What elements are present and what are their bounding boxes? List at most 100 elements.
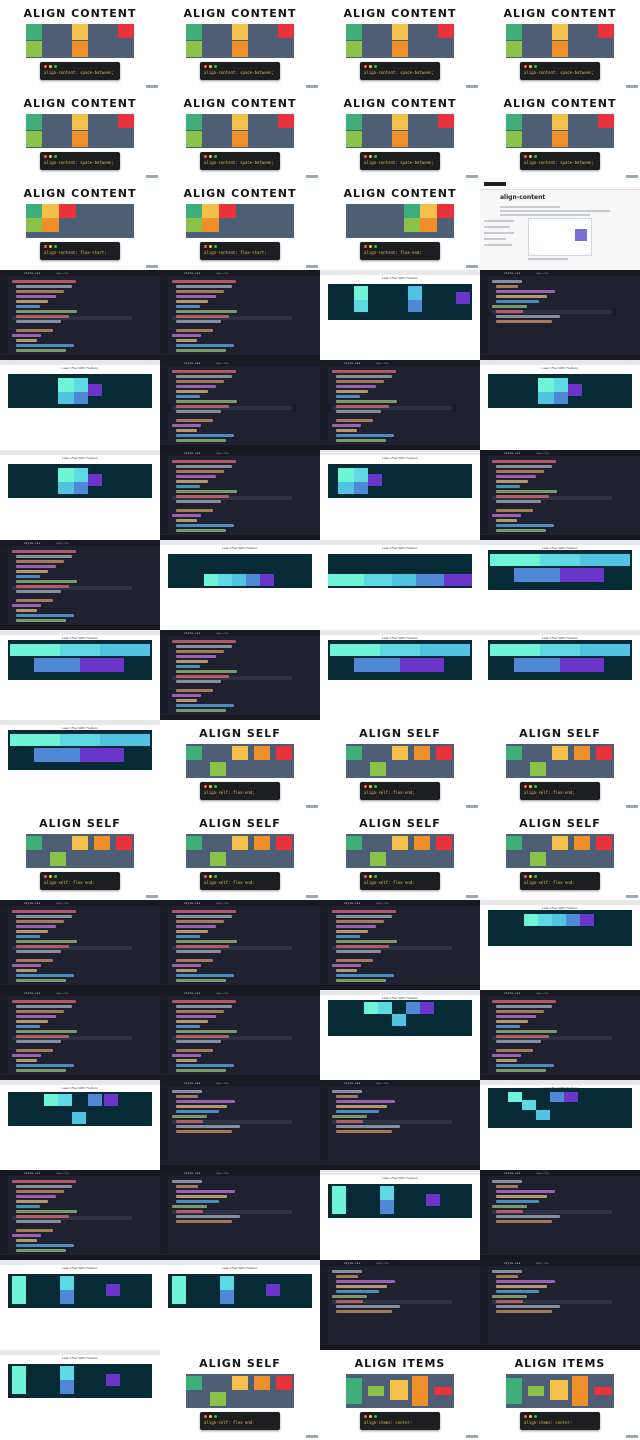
- editor-tab-secondary[interactable]: app.css: [216, 271, 229, 275]
- code-editor-thumbnail[interactable]: style.css app.css: [160, 990, 320, 1080]
- editor-tab-secondary[interactable]: app.css: [376, 1261, 389, 1265]
- code-editor-thumbnail[interactable]: style.css app.css: [0, 1170, 160, 1260]
- code-editor-thumbnail[interactable]: style.css app.css: [160, 1080, 320, 1170]
- editor-tab[interactable]: style.css: [344, 901, 360, 905]
- slide-thumbnail[interactable]: ALIGN CONTENT align-content: space-betwee…: [0, 90, 160, 180]
- editor-tab-secondary[interactable]: app.css: [376, 901, 389, 905]
- code-editor-thumbnail[interactable]: style.css app.css: [480, 270, 640, 360]
- editor-tab-secondary[interactable]: app.css: [56, 1171, 69, 1175]
- browser-result-thumbnail[interactable]: Learn Flex With Flexbox: [480, 630, 640, 720]
- interactive-example-panel[interactable]: [528, 218, 592, 256]
- slide-thumbnail[interactable]: ALIGN CONTENT align-content: flex-start;: [160, 180, 320, 270]
- browser-result-thumbnail[interactable]: Learn Flex With Flexbox: [160, 540, 320, 630]
- slide-thumbnail[interactable]: ALIGN CONTENT align-content: space-betwee…: [320, 90, 480, 180]
- slide-thumbnail[interactable]: ALIGN SELF align-self: flex-end;: [480, 720, 640, 810]
- editor-tab[interactable]: style.css: [184, 901, 200, 905]
- editor-tab-secondary[interactable]: app.css: [216, 1171, 229, 1175]
- editor-tab[interactable]: style.css: [344, 361, 360, 365]
- editor-tab-secondary[interactable]: app.css: [216, 991, 229, 995]
- browser-result-thumbnail[interactable]: Learn Flex With Flexbox: [0, 1080, 160, 1170]
- code-editor-thumbnail[interactable]: style.css app.css: [160, 360, 320, 450]
- slide-thumbnail[interactable]: ALIGN CONTENT align-content: space-betwee…: [160, 0, 320, 90]
- code-editor-thumbnail[interactable]: style.css app.css: [480, 1260, 640, 1350]
- code-editor-thumbnail[interactable]: style.css app.css: [160, 1170, 320, 1260]
- slide-thumbnail[interactable]: ALIGN ITEMS align-items: center;: [480, 1350, 640, 1440]
- browser-result-thumbnail[interactable]: Learn Flex With Flexbox: [480, 1080, 640, 1170]
- browser-result-thumbnail[interactable]: Learn Flex With Flexbox: [160, 1260, 320, 1350]
- code-editor-thumbnail[interactable]: style.css app.css: [0, 540, 160, 630]
- browser-result-thumbnail[interactable]: Learn Flex With Flexbox: [0, 1260, 160, 1350]
- editor-tab-secondary[interactable]: app.css: [536, 1171, 549, 1175]
- editor-tab[interactable]: style.css: [24, 901, 40, 905]
- slide-thumbnail[interactable]: ALIGN CONTENT align-content: space-betwee…: [160, 90, 320, 180]
- editor-tab[interactable]: style.css: [504, 271, 520, 275]
- editor-tab-secondary[interactable]: app.css: [216, 1081, 229, 1085]
- editor-tab[interactable]: style.css: [24, 991, 40, 995]
- editor-tab-secondary[interactable]: app.css: [216, 631, 229, 635]
- editor-tab-secondary[interactable]: app.css: [536, 1261, 549, 1265]
- code-editor-thumbnail[interactable]: style.css app.css: [0, 900, 160, 990]
- slide-thumbnail[interactable]: ALIGN SELF align-self: flex-end;: [320, 810, 480, 900]
- editor-tab-secondary[interactable]: app.css: [536, 991, 549, 995]
- slide-thumbnail[interactable]: ALIGN CONTENT align-content: space-betwee…: [320, 0, 480, 90]
- browser-result-thumbnail[interactable]: Learn Flex With Flexbox: [320, 450, 480, 540]
- editor-tab[interactable]: style.css: [184, 451, 200, 455]
- editor-tab[interactable]: style.css: [344, 1261, 360, 1265]
- code-editor-thumbnail[interactable]: style.css app.css: [160, 450, 320, 540]
- code-editor-thumbnail[interactable]: style.css app.css: [160, 630, 320, 720]
- code-editor-thumbnail[interactable]: style.css app.css: [160, 270, 320, 360]
- code-editor-thumbnail[interactable]: style.css app.css: [0, 270, 160, 360]
- slide-thumbnail[interactable]: ALIGN SELF align-self: flex-end;: [0, 810, 160, 900]
- editor-tab[interactable]: style.css: [24, 541, 40, 545]
- editor-tab-secondary[interactable]: app.css: [56, 271, 69, 275]
- editor-tab[interactable]: style.css: [184, 271, 200, 275]
- slide-thumbnail[interactable]: ALIGN SELF align-self: flex-end;: [160, 1350, 320, 1440]
- editor-tab[interactable]: style.css: [184, 1171, 200, 1175]
- browser-result-thumbnail[interactable]: Learn Flex With Flexbox: [0, 1350, 160, 1440]
- editor-tab[interactable]: style.css: [24, 271, 40, 275]
- editor-tab[interactable]: style.css: [184, 1081, 200, 1085]
- editor-tab[interactable]: style.css: [504, 1171, 520, 1175]
- code-editor-thumbnail[interactable]: style.css app.css: [160, 900, 320, 990]
- code-editor-thumbnail[interactable]: style.css app.css: [0, 990, 160, 1080]
- browser-result-thumbnail[interactable]: Learn Flex With Flexbox: [320, 1170, 480, 1260]
- code-editor-thumbnail[interactable]: style.css app.css: [320, 900, 480, 990]
- browser-result-thumbnail[interactable]: Learn Flex With Flexbox: [0, 450, 160, 540]
- editor-tab-secondary[interactable]: app.css: [216, 451, 229, 455]
- browser-result-thumbnail[interactable]: Learn Flex With Flexbox: [480, 900, 640, 990]
- editor-tab-secondary[interactable]: app.css: [216, 901, 229, 905]
- editor-tab-secondary[interactable]: app.css: [536, 451, 549, 455]
- code-editor-thumbnail[interactable]: style.css app.css: [320, 360, 480, 450]
- editor-tab[interactable]: style.css: [184, 631, 200, 635]
- documentation-thumbnail[interactable]: align-content: [480, 180, 640, 270]
- code-editor-thumbnail[interactable]: style.css app.css: [480, 450, 640, 540]
- editor-tab[interactable]: style.css: [184, 991, 200, 995]
- editor-tab[interactable]: style.css: [504, 1261, 520, 1265]
- editor-tab-secondary[interactable]: app.css: [216, 361, 229, 365]
- editor-tab-secondary[interactable]: app.css: [376, 1081, 389, 1085]
- editor-tab-secondary[interactable]: app.css: [56, 541, 69, 545]
- slide-thumbnail[interactable]: ALIGN CONTENT align-content: space-betwee…: [0, 0, 160, 90]
- browser-result-thumbnail[interactable]: Learn Flex With Flexbox: [320, 990, 480, 1080]
- browser-result-thumbnail[interactable]: Learn Flex With Flexbox: [320, 630, 480, 720]
- slide-thumbnail[interactable]: ALIGN SELF align-self: flex-end;: [480, 810, 640, 900]
- code-editor-thumbnail[interactable]: style.css app.css: [320, 1260, 480, 1350]
- editor-tab-secondary[interactable]: app.css: [376, 361, 389, 365]
- editor-tab[interactable]: style.css: [344, 1081, 360, 1085]
- slide-thumbnail[interactable]: ALIGN ITEMS align-items: center;: [320, 1350, 480, 1440]
- browser-result-thumbnail[interactable]: Learn Flex With Flexbox: [320, 270, 480, 360]
- editor-tab[interactable]: style.css: [504, 991, 520, 995]
- browser-result-thumbnail[interactable]: Learn Flex With Flexbox: [0, 720, 160, 810]
- editor-tab[interactable]: style.css: [504, 451, 520, 455]
- browser-result-thumbnail[interactable]: Learn Flex With Flexbox: [480, 540, 640, 630]
- browser-result-thumbnail[interactable]: Learn Flex With Flexbox: [0, 360, 160, 450]
- code-editor-thumbnail[interactable]: style.css app.css: [480, 1170, 640, 1260]
- slide-thumbnail[interactable]: ALIGN SELF align-self: flex-end;: [160, 720, 320, 810]
- slide-thumbnail[interactable]: ALIGN SELF align-self: flex-end;: [320, 720, 480, 810]
- slide-thumbnail[interactable]: ALIGN CONTENT align-content: flex-start;: [0, 180, 160, 270]
- editor-tab[interactable]: style.css: [24, 1171, 40, 1175]
- slide-thumbnail[interactable]: ALIGN SELF align-self: flex-end;: [160, 810, 320, 900]
- slide-thumbnail[interactable]: ALIGN CONTENT align-content: flex-end;: [320, 180, 480, 270]
- browser-result-thumbnail[interactable]: Learn Flex With Flexbox: [480, 360, 640, 450]
- code-editor-thumbnail[interactable]: style.css app.css: [480, 990, 640, 1080]
